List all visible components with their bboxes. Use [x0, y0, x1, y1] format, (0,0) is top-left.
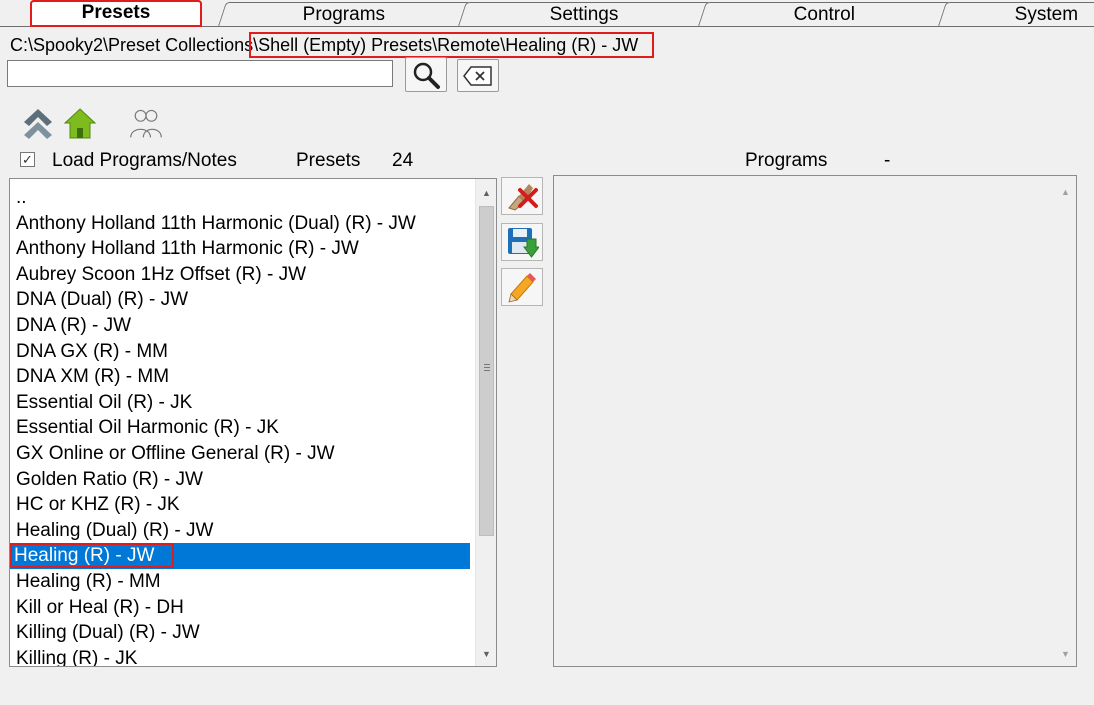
preset-path: C:\Spooky2\Preset Collections\Shell (Emp… — [10, 32, 655, 58]
programs-list-scrollbar[interactable]: ▲ ▼ — [1055, 176, 1076, 666]
double-chevron-up-icon — [24, 109, 52, 139]
edit-preset-button[interactable] — [501, 268, 543, 306]
save-preset-button[interactable] — [501, 223, 543, 261]
search-button[interactable] — [405, 57, 447, 92]
preset-list-item[interactable]: Aubrey Scoon 1Hz Offset (R) - JW — [10, 262, 470, 288]
preset-list-item[interactable]: DNA (R) - JW — [10, 313, 470, 339]
path-highlighted: \Shell (Empty) Presets\Remote\Healing (R… — [249, 32, 655, 58]
tab-presets[interactable]: Presets — [30, 0, 202, 27]
presets-header-label: Presets — [296, 150, 361, 171]
scroll-down-arrow-icon[interactable]: ▼ — [476, 644, 496, 664]
preset-list-item[interactable]: .. — [10, 185, 470, 211]
path-prefix: C:\Spooky2\Preset Collections — [10, 35, 254, 55]
preset-list-item[interactable]: Killing (Dual) (R) - JW — [10, 620, 470, 646]
delete-preset-icon — [508, 184, 538, 211]
clear-search-button[interactable] — [457, 59, 499, 92]
preset-list-item[interactable]: GX Online or Offline General (R) - JW — [10, 441, 470, 467]
tab-settings[interactable]: Settings — [458, 2, 711, 26]
preset-list-item[interactable]: Kill or Heal (R) - DH — [10, 595, 470, 621]
preset-list-item[interactable]: HC or KHZ (R) - JK — [10, 492, 470, 518]
programs-count: - — [884, 150, 891, 171]
programs-scroll-down-arrow-icon[interactable]: ▼ — [1055, 644, 1076, 664]
preset-list-item[interactable]: Essential Oil (R) - JK — [10, 390, 470, 416]
users-button[interactable] — [128, 104, 164, 142]
programs-scroll-up-arrow-icon[interactable]: ▲ — [1055, 182, 1076, 202]
up-folder-button[interactable] — [20, 104, 56, 142]
save-preset-icon — [508, 228, 539, 258]
tab-system[interactable]: System — [938, 2, 1094, 26]
preset-list-item[interactable]: Killing (R) - JK — [10, 646, 470, 666]
home-icon — [63, 108, 97, 139]
programs-header-label: Programs — [745, 150, 828, 171]
users-icon — [130, 109, 162, 138]
tab-programs[interactable]: Programs — [218, 2, 471, 26]
preset-list-item[interactable]: Healing (R) - MM — [10, 569, 470, 595]
edit-preset-icon — [508, 273, 536, 303]
preset-list-item[interactable]: Essential Oil Harmonic (R) - JK — [10, 415, 470, 441]
preset-list-item[interactable]: Healing (R) - JW — [10, 543, 470, 569]
preset-list-scrollbar[interactable]: ▲ ▼ — [475, 179, 496, 666]
tab-bar: Programs Settings Control System Presets — [0, 0, 1094, 27]
preset-list[interactable]: .. Anthony Holland 11th Harmonic (Dual) (… — [9, 178, 497, 667]
search-icon — [413, 62, 440, 89]
preset-list-item[interactable]: Anthony Holland 11th Harmonic (Dual) (R)… — [10, 211, 470, 237]
scroll-up-arrow-icon[interactable]: ▲ — [476, 183, 496, 203]
preset-list-item[interactable]: DNA GX (R) - MM — [10, 339, 470, 365]
search-input[interactable] — [7, 60, 393, 87]
clear-backspace-icon — [463, 65, 492, 86]
preset-list-item[interactable]: Golden Ratio (R) - JW — [10, 467, 470, 493]
load-programs-label: Load Programs/Notes — [52, 150, 237, 171]
load-programs-checkbox[interactable]: ✓ — [20, 152, 35, 167]
delete-preset-button[interactable] — [501, 177, 543, 215]
preset-list-item[interactable]: Anthony Holland 11th Harmonic (R) - JW — [10, 236, 470, 262]
preset-list-item[interactable]: Healing (Dual) (R) - JW — [10, 518, 470, 544]
preset-list-item[interactable]: DNA (Dual) (R) - JW — [10, 287, 470, 313]
programs-list[interactable]: ▲ ▼ — [553, 175, 1077, 667]
preset-list-item[interactable]: DNA XM (R) - MM — [10, 364, 470, 390]
presets-count: 24 — [392, 150, 414, 171]
home-button[interactable] — [62, 104, 98, 142]
selected-preset-label: Healing (R) - JW — [10, 543, 175, 569]
tab-control[interactable]: Control — [698, 2, 951, 26]
scroll-thumb[interactable] — [479, 206, 494, 536]
